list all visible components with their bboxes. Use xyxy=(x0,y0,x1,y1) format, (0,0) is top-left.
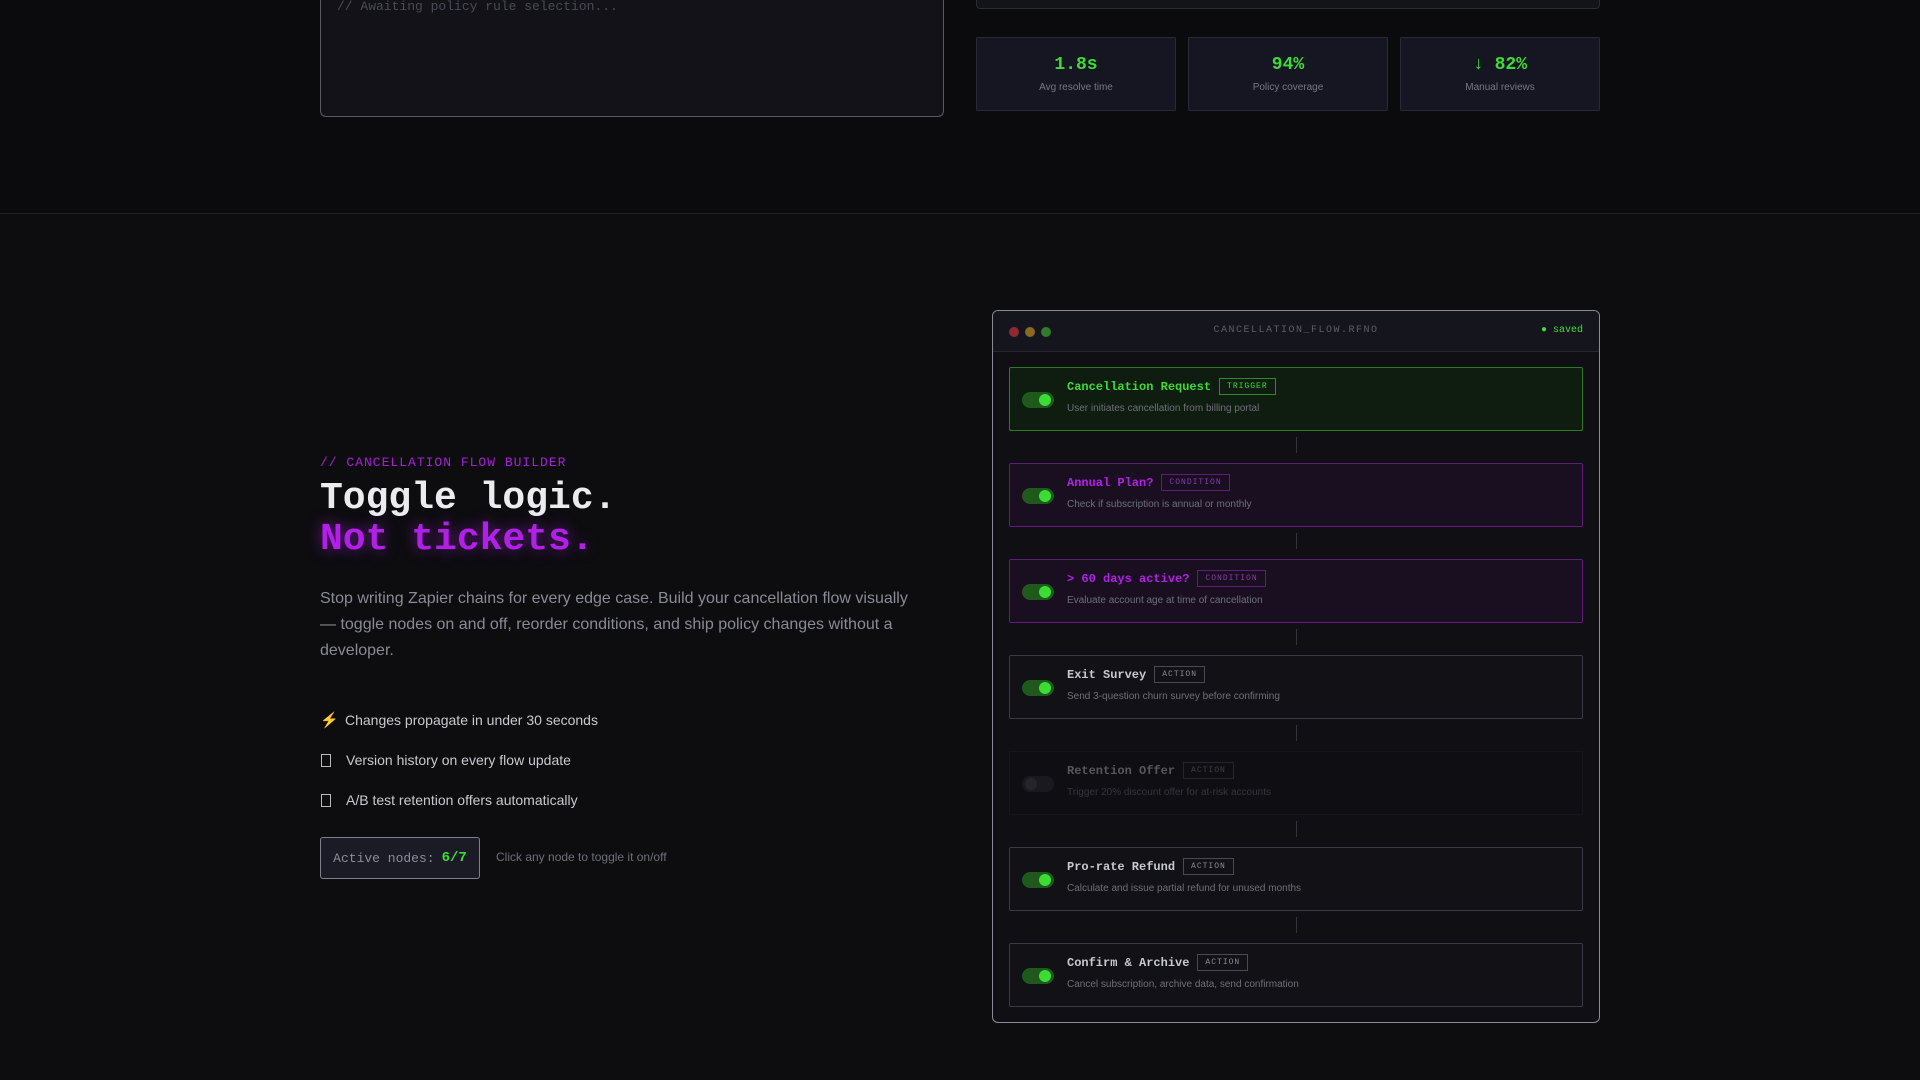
node-toggle[interactable] xyxy=(1022,872,1054,888)
node-description: Evaluate account age at time of cancella… xyxy=(1067,595,1263,606)
flow-node-annual-plan[interactable]: Annual Plan? CONDITION Check if subscrip… xyxy=(1009,463,1583,527)
flow-node-exit-survey[interactable]: Exit Survey ACTION Send 3-question churn… xyxy=(1009,655,1583,719)
toggle-knob xyxy=(1025,778,1037,790)
node-description: Calculate and issue partial refund for u… xyxy=(1067,883,1302,894)
stat-value: 1.8s xyxy=(1054,55,1098,75)
node-connector xyxy=(1296,917,1297,933)
node-title: > 60 days active? xyxy=(1067,571,1190,586)
headline-line-2: Not tickets. xyxy=(320,518,594,561)
node-type-badge: ACTION xyxy=(1183,858,1234,875)
node-connector xyxy=(1296,629,1297,645)
square-icon xyxy=(321,753,331,767)
window-title: CANCELLATION_FLOW.RFNO xyxy=(1213,325,1379,336)
flow-node-days-active[interactable]: > 60 days active? CONDITION Evaluate acc… xyxy=(1009,559,1583,623)
policy-console: // Awaiting policy rule selection... xyxy=(320,0,944,117)
node-toggle[interactable] xyxy=(1022,968,1054,984)
console-line: // Awaiting policy rule selection... xyxy=(337,0,618,14)
toggle-knob xyxy=(1039,874,1051,886)
node-title: Pro-rate Refund xyxy=(1067,859,1176,874)
lightning-icon: ⚡ xyxy=(320,712,339,729)
feature-text: A/B test retention offers automatically xyxy=(346,792,578,808)
feature-item: ⚡ Changes propagate in under 30 seconds xyxy=(320,700,598,740)
feature-item: A/B test retention offers automatically xyxy=(320,780,598,820)
flow-node-confirm-archive[interactable]: Confirm & Archive ACTION Cancel subscrip… xyxy=(1009,943,1583,1007)
stat-card-coverage: 94% Policy coverage xyxy=(1188,37,1388,111)
toggle-knob xyxy=(1039,682,1051,694)
node-connector xyxy=(1296,725,1297,741)
node-header: > 60 days active? CONDITION xyxy=(1067,570,1266,587)
top-panel-edge xyxy=(976,0,1600,9)
flow-builder-window: CANCELLATION_FLOW.RFNO ● saved Cancellat… xyxy=(992,310,1600,1023)
headline-line-1: Toggle logic. xyxy=(320,477,617,520)
active-nodes-counter: Active nodes: 6/7 xyxy=(320,837,480,879)
node-description: Cancel subscription, archive data, send … xyxy=(1067,979,1299,990)
feature-item: Version history on every flow update xyxy=(320,740,598,780)
stat-label: Avg resolve time xyxy=(1039,82,1113,93)
stat-label: Policy coverage xyxy=(1252,82,1324,93)
feature-list: ⚡ Changes propagate in under 30 seconds … xyxy=(320,700,598,820)
node-connector xyxy=(1296,533,1297,549)
top-section: // Awaiting policy rule selection... 1.8… xyxy=(0,0,1920,214)
node-description: Send 3-question churn survey before conf… xyxy=(1067,691,1280,702)
node-header: Retention Offer ACTION xyxy=(1067,762,1234,779)
node-connector xyxy=(1296,437,1297,453)
node-type-badge: ACTION xyxy=(1197,954,1249,971)
node-description: Check if subscription is annual or month… xyxy=(1067,499,1252,510)
node-header: Pro-rate Refund ACTION xyxy=(1067,858,1234,875)
node-header: Confirm & Archive ACTION xyxy=(1067,954,1249,971)
flow-node-cancellation-request[interactable]: Cancellation Request TRIGGER User initia… xyxy=(1009,367,1583,431)
toggle-hint: Click any node to toggle it on/off xyxy=(496,850,667,864)
stat-value: ↓ 82% xyxy=(1472,55,1527,75)
window-titlebar: CANCELLATION_FLOW.RFNO ● saved xyxy=(993,311,1599,352)
flow-node-retention-offer[interactable]: Retention Offer ACTION Trigger 20% disco… xyxy=(1009,751,1583,815)
node-header: Cancellation Request TRIGGER xyxy=(1067,378,1276,395)
toggle-knob xyxy=(1039,586,1051,598)
node-toggle[interactable] xyxy=(1022,680,1054,696)
save-status: ● saved xyxy=(1540,325,1583,336)
node-type-badge: TRIGGER xyxy=(1219,378,1276,395)
toggle-knob xyxy=(1039,490,1051,502)
node-title: Retention Offer xyxy=(1067,763,1176,778)
stat-card-manual-reviews: ↓ 82% Manual reviews xyxy=(1400,37,1600,111)
node-title: Exit Survey xyxy=(1067,667,1147,682)
feature-text: Changes propagate in under 30 seconds xyxy=(345,712,598,728)
flow-node-prorate-refund[interactable]: Pro-rate Refund ACTION Calculate and iss… xyxy=(1009,847,1583,911)
section-eyebrow: // CANCELLATION FLOW BUILDER xyxy=(320,455,567,470)
node-type-badge: ACTION xyxy=(1183,762,1234,779)
node-type-badge: CONDITION xyxy=(1197,570,1266,587)
node-description: Trigger 20% discount offer for at-risk a… xyxy=(1067,787,1271,798)
node-header: Exit Survey ACTION xyxy=(1067,666,1206,683)
square-icon xyxy=(321,793,331,807)
node-toggle[interactable] xyxy=(1022,488,1054,504)
headline: Toggle logic. Not tickets. xyxy=(320,478,616,560)
node-title: Confirm & Archive xyxy=(1067,955,1190,970)
node-connector xyxy=(1296,821,1297,837)
active-nodes-count: 6/7 xyxy=(441,850,467,866)
node-title: Cancellation Request xyxy=(1067,379,1212,394)
node-title: Annual Plan? xyxy=(1067,475,1154,490)
toggle-knob xyxy=(1039,394,1051,406)
lede-paragraph: Stop writing Zapier chains for every edg… xyxy=(320,590,908,659)
feature-text: Version history on every flow update xyxy=(346,752,571,768)
stat-value: 94% xyxy=(1271,55,1305,75)
active-nodes-label: Active nodes: xyxy=(333,850,435,866)
node-description: User initiates cancellation from billing… xyxy=(1067,403,1260,414)
stat-card-resolve: 1.8s Avg resolve time xyxy=(976,37,1176,111)
node-type-badge: ACTION xyxy=(1154,666,1206,683)
node-toggle[interactable] xyxy=(1022,392,1054,408)
node-toggle[interactable] xyxy=(1022,584,1054,600)
node-type-badge: CONDITION xyxy=(1161,474,1230,491)
node-header: Annual Plan? CONDITION xyxy=(1067,474,1230,491)
stat-label: Manual reviews xyxy=(1465,82,1535,93)
toggle-knob xyxy=(1039,970,1051,982)
node-toggle[interactable] xyxy=(1022,776,1054,792)
